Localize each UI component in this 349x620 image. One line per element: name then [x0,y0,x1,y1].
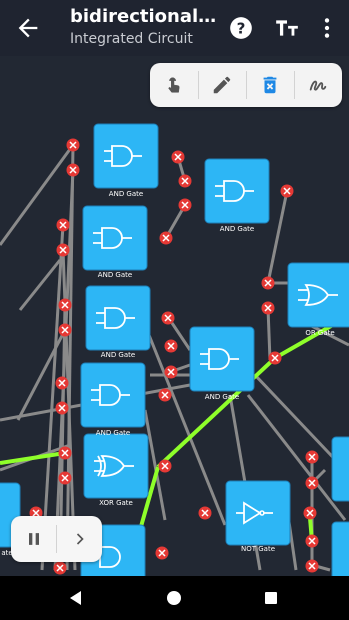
back-triangle-icon[interactable] [64,586,88,610]
page-subtitle: Integrated Circuit [70,31,193,47]
pause-button[interactable] [11,516,56,562]
wire-tool-button[interactable] [294,63,342,107]
app-bar: bidirectional_c... Integrated Circuit ? [0,0,349,56]
pencil-icon [213,76,231,94]
recents-square-icon[interactable] [259,586,283,610]
gate-and-4[interactable] [85,285,151,351]
step-forward-button[interactable] [57,516,102,562]
text-size-icon[interactable] [274,15,300,41]
simulation-controls [11,516,102,562]
gate-label: AND Gate [100,351,136,359]
gate-and-6[interactable] [80,362,146,428]
delete-tool-button[interactable] [246,63,294,107]
screen: bidirectional_c... Integrated Circuit ? [0,0,349,620]
gate-and-1[interactable] [93,123,159,189]
edit-toolbar [150,63,342,107]
gate-and-5[interactable] [189,326,255,392]
gate-partial-right-2[interactable] [331,521,349,576]
gate-label: XOR Gate [99,499,133,507]
gate-or[interactable] [287,262,349,328]
gate-partial-right-1[interactable] [331,436,349,502]
gate-not[interactable] [225,480,291,546]
help-icon[interactable]: ? [228,15,254,41]
back-arrow-icon[interactable] [14,14,42,42]
gate-and-2[interactable] [204,158,270,224]
more-vert-icon[interactable] [314,15,340,41]
step-forward-icon [76,533,84,545]
gate-and-3[interactable] [82,205,148,271]
system-nav-bar [0,576,349,620]
page-title: bidirectional_c... [70,6,220,27]
gate-label: AND Gate [108,190,144,198]
gate-xor[interactable] [83,433,149,499]
touch-icon [168,77,180,93]
svg-text:?: ? [237,19,246,37]
touch-tool-button[interactable] [150,63,198,107]
gate-label: NOT Gate [240,545,275,553]
gate-label: AND Gate [219,225,255,233]
gate-label: OR Gate [305,329,335,337]
gate-label: AND Gate [97,271,133,279]
circuit-canvas[interactable]: AND Gate AND Gate AND Gate OR Gate AND G… [0,56,349,576]
delete-icon [263,76,277,94]
pencil-tool-button[interactable] [198,63,246,107]
pause-icon [28,533,39,545]
wire-icon [309,80,327,91]
circuit-drawing [0,123,349,576]
wires-off [0,144,349,572]
home-circle-icon[interactable] [162,586,186,610]
gate-label: AND Gate [95,429,131,437]
gate-label: AND Gate [204,393,240,401]
